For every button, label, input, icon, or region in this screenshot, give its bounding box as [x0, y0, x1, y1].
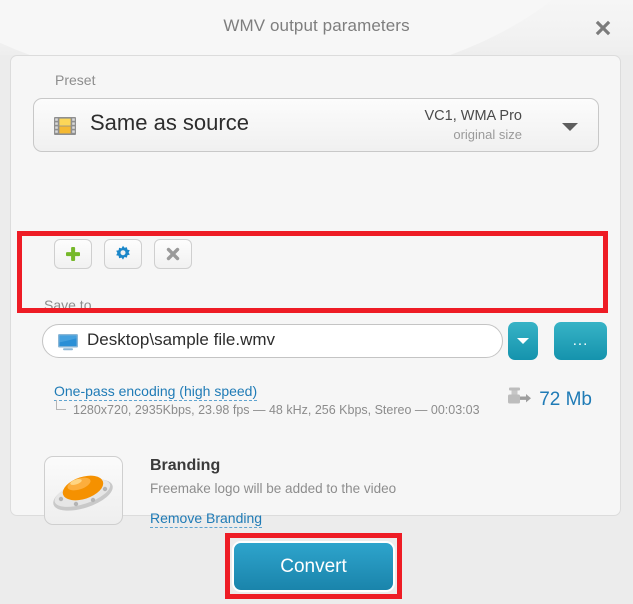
- window-titlebar: WMV output parameters: [0, 0, 633, 55]
- film-strip-icon: [52, 113, 78, 139]
- file-size-value: 72 Mb: [539, 388, 592, 410]
- plus-icon: [66, 247, 80, 261]
- add-preset-button[interactable]: [54, 239, 92, 269]
- close-icon[interactable]: [589, 14, 617, 42]
- preset-label: Preset: [55, 72, 96, 88]
- branding-thumbnail: [44, 456, 123, 525]
- parameters-panel: Preset Same as source VC1, WMA Pro origi…: [10, 55, 621, 528]
- save-to-label: Save to: [44, 297, 92, 313]
- preset-codec: VC1, WMA Pro: [424, 108, 523, 124]
- save-to-input[interactable]: Desktop\sample file.wmv: [42, 324, 503, 358]
- window-title: WMV output parameters: [223, 16, 410, 35]
- output-file-size: 72 Mb: [506, 386, 592, 413]
- remove-branding-link[interactable]: Remove Branding: [150, 510, 263, 528]
- ufo-logo-icon: [53, 475, 113, 511]
- encoding-details: 1280x720, 2935Kbps, 23.98 fps — 48 kHz, …: [73, 403, 480, 417]
- monitor-icon: [57, 333, 79, 351]
- preset-select[interactable]: Same as source VC1, WMA Pro original siz…: [33, 98, 599, 152]
- encoding-mode-link[interactable]: One-pass encoding (high speed): [54, 383, 258, 401]
- preset-size: original size: [453, 127, 522, 142]
- chevron-down-icon: [517, 338, 529, 344]
- encoding-branch-line: [56, 400, 66, 410]
- convert-button[interactable]: Convert: [232, 541, 395, 592]
- convert-button-label: Convert: [280, 556, 347, 577]
- save-to-dropdown-button[interactable]: [508, 322, 538, 360]
- save-to-browse-button[interactable]: ...: [554, 322, 607, 360]
- edit-preset-button[interactable]: [104, 239, 142, 269]
- delete-preset-button[interactable]: [154, 239, 192, 269]
- gear-icon: [116, 245, 130, 260]
- compress-export-icon: [506, 386, 532, 413]
- save-to-path: Desktop\sample file.wmv: [87, 330, 276, 349]
- branding-title: Branding: [150, 457, 221, 474]
- chevron-down-icon[interactable]: [562, 123, 578, 131]
- branding-description: Freemake logo will be added to the video: [150, 481, 397, 496]
- close-x-icon: [166, 247, 180, 261]
- browse-ellipsis-label: ...: [572, 331, 589, 349]
- preset-name: Same as source: [90, 110, 249, 135]
